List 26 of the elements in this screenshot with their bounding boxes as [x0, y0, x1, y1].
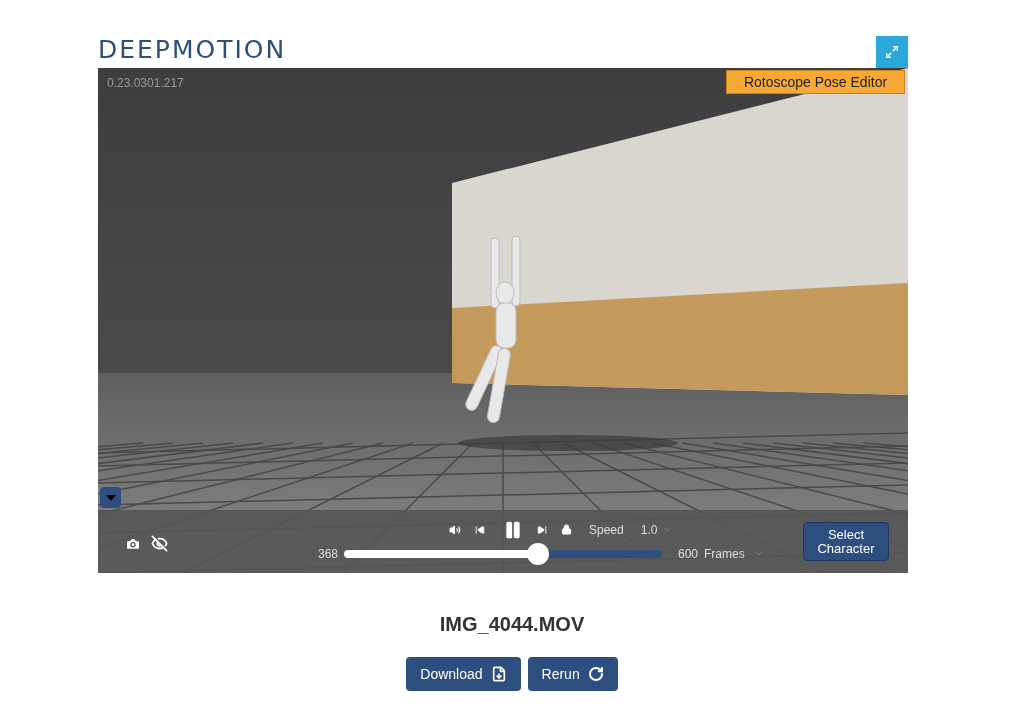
- expand-icon: [885, 45, 899, 59]
- rerun-button[interactable]: Rerun: [527, 657, 618, 691]
- version-label: 0.23.0301.217: [107, 75, 184, 92]
- caret-icon: [105, 494, 116, 501]
- volume-icon[interactable]: [449, 523, 461, 536]
- frames-unit-select[interactable]: Frames: [704, 544, 764, 563]
- dropdown-toggle[interactable]: [100, 487, 121, 508]
- download-button[interactable]: Download: [406, 657, 521, 691]
- current-frame: 368: [318, 544, 344, 563]
- pose-editor-button[interactable]: Rotoscope Pose Editor: [726, 70, 905, 94]
- lock-icon[interactable]: [561, 524, 572, 535]
- file-download-icon: [490, 666, 507, 682]
- refresh-icon: [587, 666, 604, 682]
- next-frame-icon[interactable]: [537, 524, 547, 535]
- select-character-button[interactable]: Select Character: [803, 522, 889, 561]
- timeline-thumb[interactable]: [526, 542, 549, 565]
- total-frames: 600: [678, 544, 699, 563]
- logo: DEEPMOTION: [98, 37, 287, 66]
- previous-frame-icon[interactable]: [475, 524, 485, 535]
- file-name: IMG_4044.MOV: [439, 612, 585, 637]
- speed-label: Speed: [589, 521, 624, 539]
- speed-select[interactable]: 1.0: [640, 520, 674, 539]
- timeline-slider[interactable]: [344, 542, 662, 565]
- fullscreen-button[interactable]: [876, 36, 908, 68]
- pause-icon[interactable]: [503, 519, 523, 540]
- eye-off-icon[interactable]: [151, 535, 168, 552]
